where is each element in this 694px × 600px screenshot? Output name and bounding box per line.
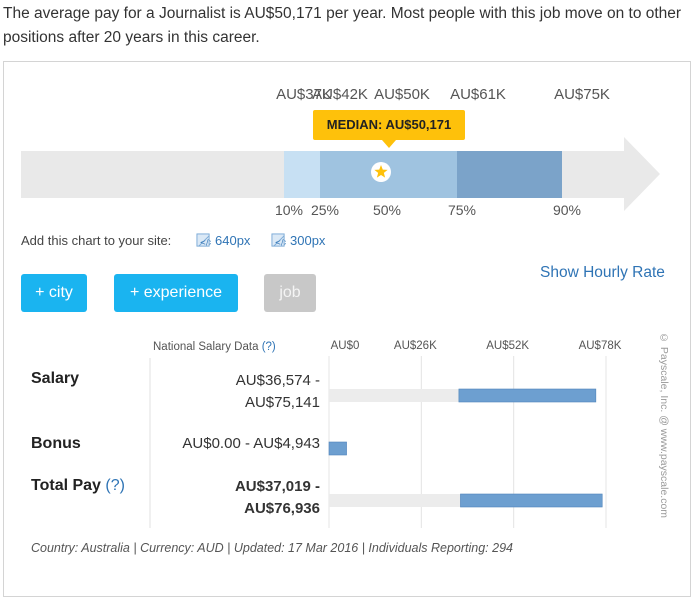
- payscale-watermark: © Payscale, Inc. @ www.payscale.com: [658, 332, 670, 519]
- pay-range-bar-salary: [458, 388, 597, 403]
- range-bar-track: [329, 389, 459, 402]
- footer-info: Country: Australia | Currency: AUD | Upd…: [31, 541, 513, 555]
- pay-range-chart: [149, 356, 607, 528]
- range-bar-track: [329, 494, 461, 507]
- pay-range-bar-bonus: [328, 441, 347, 456]
- pay-range-bar-total-pay: [460, 493, 603, 508]
